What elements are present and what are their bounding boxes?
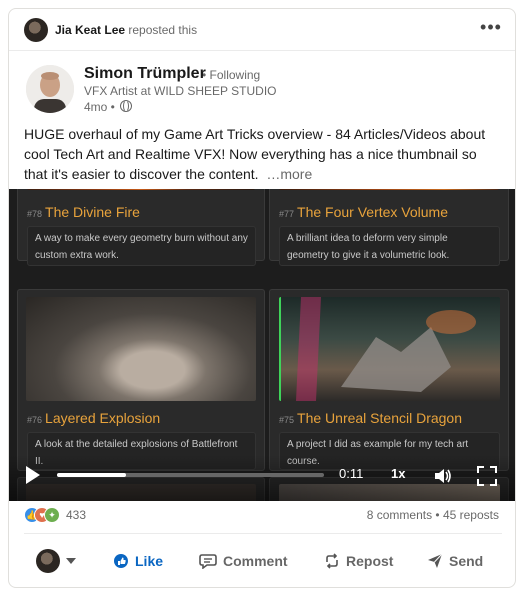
video-tile: #78 The Divine Fire A way to make every g…: [17, 189, 265, 266]
tile-thumbnail: [279, 297, 500, 401]
actor-avatar[interactable]: [36, 549, 60, 573]
comment-label: Comment: [223, 553, 288, 569]
author-avatar[interactable]: [26, 65, 74, 113]
tile-title: #76 Layered Explosion: [27, 410, 160, 426]
tile-title: #78 The Divine Fire: [27, 204, 140, 220]
repost-label: Repost: [346, 553, 394, 569]
comments-count[interactable]: 8 comments: [367, 508, 432, 522]
tile-number: #78: [27, 209, 43, 219]
celebrate-reaction-icon: ✦: [44, 507, 60, 523]
tile-title: #75 The Unreal Stencil Dragon: [279, 410, 462, 426]
progress-bar[interactable]: [57, 473, 324, 477]
tile-description: A brilliant idea to deform very simple g…: [279, 226, 500, 266]
like-label: Like: [135, 553, 164, 569]
author-photo: [26, 65, 74, 113]
repost-label: Jia Keat Lee reposted this: [55, 23, 197, 37]
separator: •: [432, 508, 443, 522]
reposter-avatar[interactable]: [24, 18, 48, 42]
see-more-link[interactable]: …more: [266, 166, 312, 182]
repost-button[interactable]: Repost: [324, 549, 393, 573]
like-icon: [114, 554, 128, 568]
divider: [24, 533, 502, 534]
video-tile: #77 The Four Vertex Volume A brilliant id…: [269, 189, 509, 266]
tile-description: A way to make every geometry burn withou…: [27, 226, 256, 266]
video-time: 0:11: [339, 466, 364, 481]
tile-number: #77: [279, 209, 295, 219]
fullscreen-icon[interactable]: [477, 466, 497, 486]
tile-thumbnail: [27, 189, 255, 190]
post-age: 4mo •: [84, 100, 115, 114]
social-counts: 8 comments • 45 reposts: [367, 508, 499, 522]
reposts-count[interactable]: 45 reposts: [443, 508, 499, 522]
video-player[interactable]: #78 The Divine Fire A way to make every g…: [9, 189, 515, 501]
tile-number: #76: [27, 415, 43, 425]
tile-thumbnail: [279, 189, 499, 190]
following-badge: • Following: [202, 68, 261, 82]
globe-icon: [120, 100, 133, 112]
tile-title: #77 The Four Vertex Volume: [279, 204, 448, 220]
tile-title-text: The Divine Fire: [45, 204, 140, 220]
ellipsis-icon[interactable]: •••: [479, 17, 503, 41]
send-button[interactable]: Send: [427, 549, 483, 573]
tile-thumbnail: [26, 297, 256, 401]
chevron-down-icon[interactable]: [66, 558, 76, 564]
comment-icon: [199, 554, 217, 569]
author-name[interactable]: Simon Trümpler: [84, 65, 206, 83]
like-button[interactable]: Like: [113, 549, 163, 573]
repost-icon: [326, 553, 338, 569]
tile-number: #75: [279, 415, 295, 425]
repost-action-text: reposted this: [125, 23, 198, 37]
feed-post-card: Jia Keat Lee reposted this ••• Simon Trü…: [8, 8, 516, 588]
post-time: 4mo •: [84, 100, 133, 114]
author-headline: VFX Artist at WILD SHEEP STUDIO: [84, 84, 277, 98]
post-text: HUGE overhaul of my Game Art Tricks over…: [24, 124, 502, 184]
reposter-name[interactable]: Jia Keat Lee: [55, 23, 125, 37]
dragon-thumbnail: [296, 297, 476, 401]
repost-header: Jia Keat Lee reposted this •••: [9, 9, 515, 51]
send-label: Send: [449, 553, 484, 569]
playback-speed-button[interactable]: 1x: [391, 466, 405, 481]
video-tile: #76 Layered Explosion A look at the detai…: [17, 289, 265, 471]
tile-title-text: The Four Vertex Volume: [297, 204, 448, 220]
tile-title-text: The Unreal Stencil Dragon: [297, 410, 463, 426]
progress-fill: [57, 473, 127, 477]
volume-icon[interactable]: [433, 467, 453, 485]
video-tile: #75 The Unreal Stencil Dragon A project I…: [269, 289, 509, 471]
video-controls: 0:11 1x: [9, 455, 515, 501]
post-body: HUGE overhaul of my Game Art Tricks over…: [24, 126, 486, 182]
reaction-count[interactable]: 433: [66, 508, 86, 522]
send-icon: [428, 553, 443, 568]
tile-title-text: Layered Explosion: [45, 410, 161, 426]
action-bar: Like Comment Repost Send: [9, 541, 515, 581]
comment-button[interactable]: Comment: [199, 549, 288, 573]
play-icon[interactable]: [26, 466, 40, 484]
